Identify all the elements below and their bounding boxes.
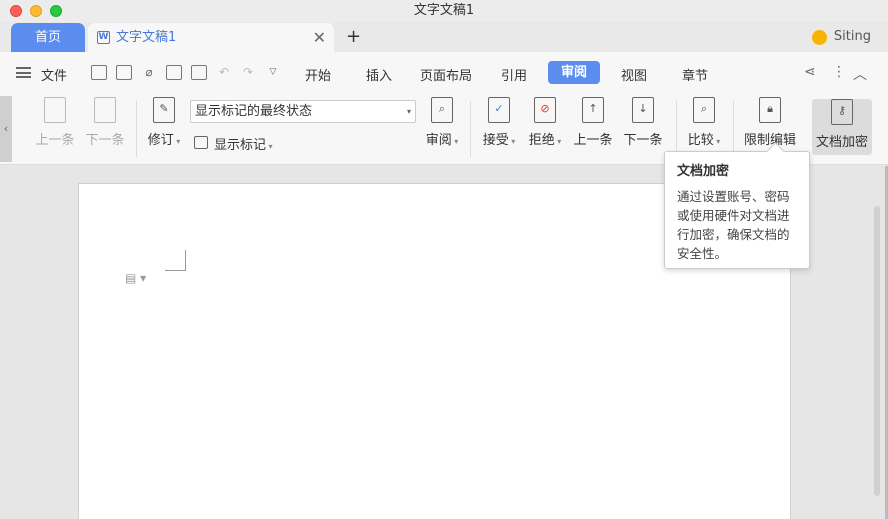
divider xyxy=(733,101,734,157)
tab-review[interactable]: 审阅 xyxy=(548,61,600,84)
ribbon-scroll-left-handle[interactable]: ‹ xyxy=(0,96,12,162)
tab-document-label: 文字文稿1 xyxy=(116,30,177,45)
prev-change-button[interactable]: ↑ 上一条 xyxy=(572,97,614,148)
paragraph-options-icon[interactable]: ▤ ▾ xyxy=(125,271,146,285)
next-comment-disabled-button[interactable]: 下一条 xyxy=(84,97,126,148)
checkmark-doc-icon: ✓ xyxy=(488,97,510,123)
tab-start[interactable]: 开始 xyxy=(305,65,331,84)
file-menu[interactable]: 文件 xyxy=(41,65,67,84)
show-markup-button[interactable]: 显示标记 ▾ xyxy=(194,134,273,153)
lock-doc-icon: 🔒︎ xyxy=(759,97,781,123)
compare-button[interactable]: ⌕ 比较 ▾ xyxy=(685,97,723,148)
customize-dropdown-icon[interactable]: ▽ xyxy=(265,65,281,80)
collapse-ribbon-icon[interactable]: ︿ xyxy=(853,64,867,84)
magnifier-doc-icon: ⌕ xyxy=(431,97,453,123)
print-icon[interactable] xyxy=(166,65,182,80)
tab-home[interactable]: 首页 xyxy=(11,23,85,52)
reject-button[interactable]: ⊘ 拒绝 ▾ xyxy=(526,97,564,148)
tab-bar: 首页 W 文字文稿1 ✕ + Siting xyxy=(0,22,888,52)
divider xyxy=(676,101,677,157)
user-name: Siting xyxy=(833,29,871,44)
window-minimize-button[interactable] xyxy=(30,5,42,17)
arrow-up-doc-icon: ↑ xyxy=(582,97,604,123)
tooltip-body: 通过设置账号、密码或使用硬件对文档进行加密，确保文档的安全性。 xyxy=(677,189,790,261)
arrow-down-doc-icon: ↓ xyxy=(632,97,654,123)
chevron-down-icon: ▾ xyxy=(406,107,411,116)
pencil-doc-icon: ✎ xyxy=(153,97,175,123)
tab-section[interactable]: 章节 xyxy=(682,65,708,84)
tab-references[interactable]: 引用 xyxy=(501,65,527,84)
accept-button[interactable]: ✓ 接受 ▾ xyxy=(480,97,518,148)
divider xyxy=(136,101,137,157)
redo-icon[interactable]: ↷ xyxy=(240,65,256,80)
review-pane-button[interactable]: ⌕ 审阅 ▾ xyxy=(423,97,461,148)
window-maximize-button[interactable] xyxy=(50,5,62,17)
encrypt-doc-icon: ⚷ xyxy=(831,99,853,125)
window-titlebar: 文字文稿1 xyxy=(0,0,888,22)
hamburger-menu-icon[interactable] xyxy=(16,67,31,78)
divider xyxy=(470,101,471,157)
writer-doc-icon: W xyxy=(97,31,110,44)
chevron-down-icon: ▾ xyxy=(554,137,562,146)
chevron-down-icon: ▾ xyxy=(266,142,273,151)
print-preview-icon[interactable] xyxy=(191,65,207,80)
tooltip-title: 文档加密 xyxy=(677,164,730,179)
next-comment-icon xyxy=(94,97,116,123)
chevron-down-icon: ▾ xyxy=(173,137,181,146)
undo-icon[interactable]: ↶ xyxy=(216,65,232,80)
vertical-scrollbar[interactable] xyxy=(874,206,880,496)
track-changes-button[interactable]: ✎ 修订 ▾ xyxy=(144,97,184,148)
document-encrypt-tooltip: 文档加密 通过设置账号、密码或使用硬件对文档进行加密，确保文档的安全性。 xyxy=(664,151,810,269)
chevron-down-icon: ▾ xyxy=(508,137,516,146)
menu-bar: 文件 ⌀ ↶ ↷ ▽ 开始 插入 页面布局 引用 审阅 视图 章节 ⋖ ⋮ ︿ xyxy=(0,52,888,93)
share-icon[interactable]: ⋖ xyxy=(804,64,816,80)
markup-state-select[interactable]: 显示标记的最终状态 ▾ xyxy=(190,100,416,123)
chevron-down-icon: ▾ xyxy=(451,137,459,146)
next-change-button[interactable]: ↓ 下一条 xyxy=(622,97,664,148)
restrict-editing-button[interactable]: 🔒︎ 限制编辑 xyxy=(742,97,798,148)
close-tab-icon[interactable]: ✕ xyxy=(313,23,326,52)
prev-comment-disabled-button[interactable]: 上一条 xyxy=(34,97,76,148)
show-markup-icon xyxy=(194,136,208,149)
compare-doc-icon: ⌕ xyxy=(693,97,715,123)
window-close-button[interactable] xyxy=(10,5,22,17)
window-title: 文字文稿1 xyxy=(413,3,475,18)
tab-page-layout[interactable]: 页面布局 xyxy=(420,65,472,84)
page-margin-corner-mark xyxy=(165,250,186,271)
format-painter-icon[interactable]: ⌀ xyxy=(141,65,157,80)
tab-view[interactable]: 视图 xyxy=(621,65,647,84)
user-account[interactable]: Siting xyxy=(811,22,871,52)
tab-insert[interactable]: 插入 xyxy=(366,65,392,84)
more-options-icon[interactable]: ⋮ xyxy=(832,64,846,80)
reject-doc-icon: ⊘ xyxy=(534,97,556,123)
chevron-down-icon: ▾ xyxy=(713,137,721,146)
document-encrypt-button[interactable]: ⚷ 文档加密 xyxy=(812,99,872,155)
tab-document[interactable]: W 文字文稿1 ✕ xyxy=(88,23,334,52)
prev-comment-icon xyxy=(44,97,66,123)
avatar xyxy=(811,30,827,45)
new-tab-button[interactable]: + xyxy=(346,22,361,52)
open-folder-icon[interactable] xyxy=(91,65,107,80)
save-icon[interactable] xyxy=(116,65,132,80)
